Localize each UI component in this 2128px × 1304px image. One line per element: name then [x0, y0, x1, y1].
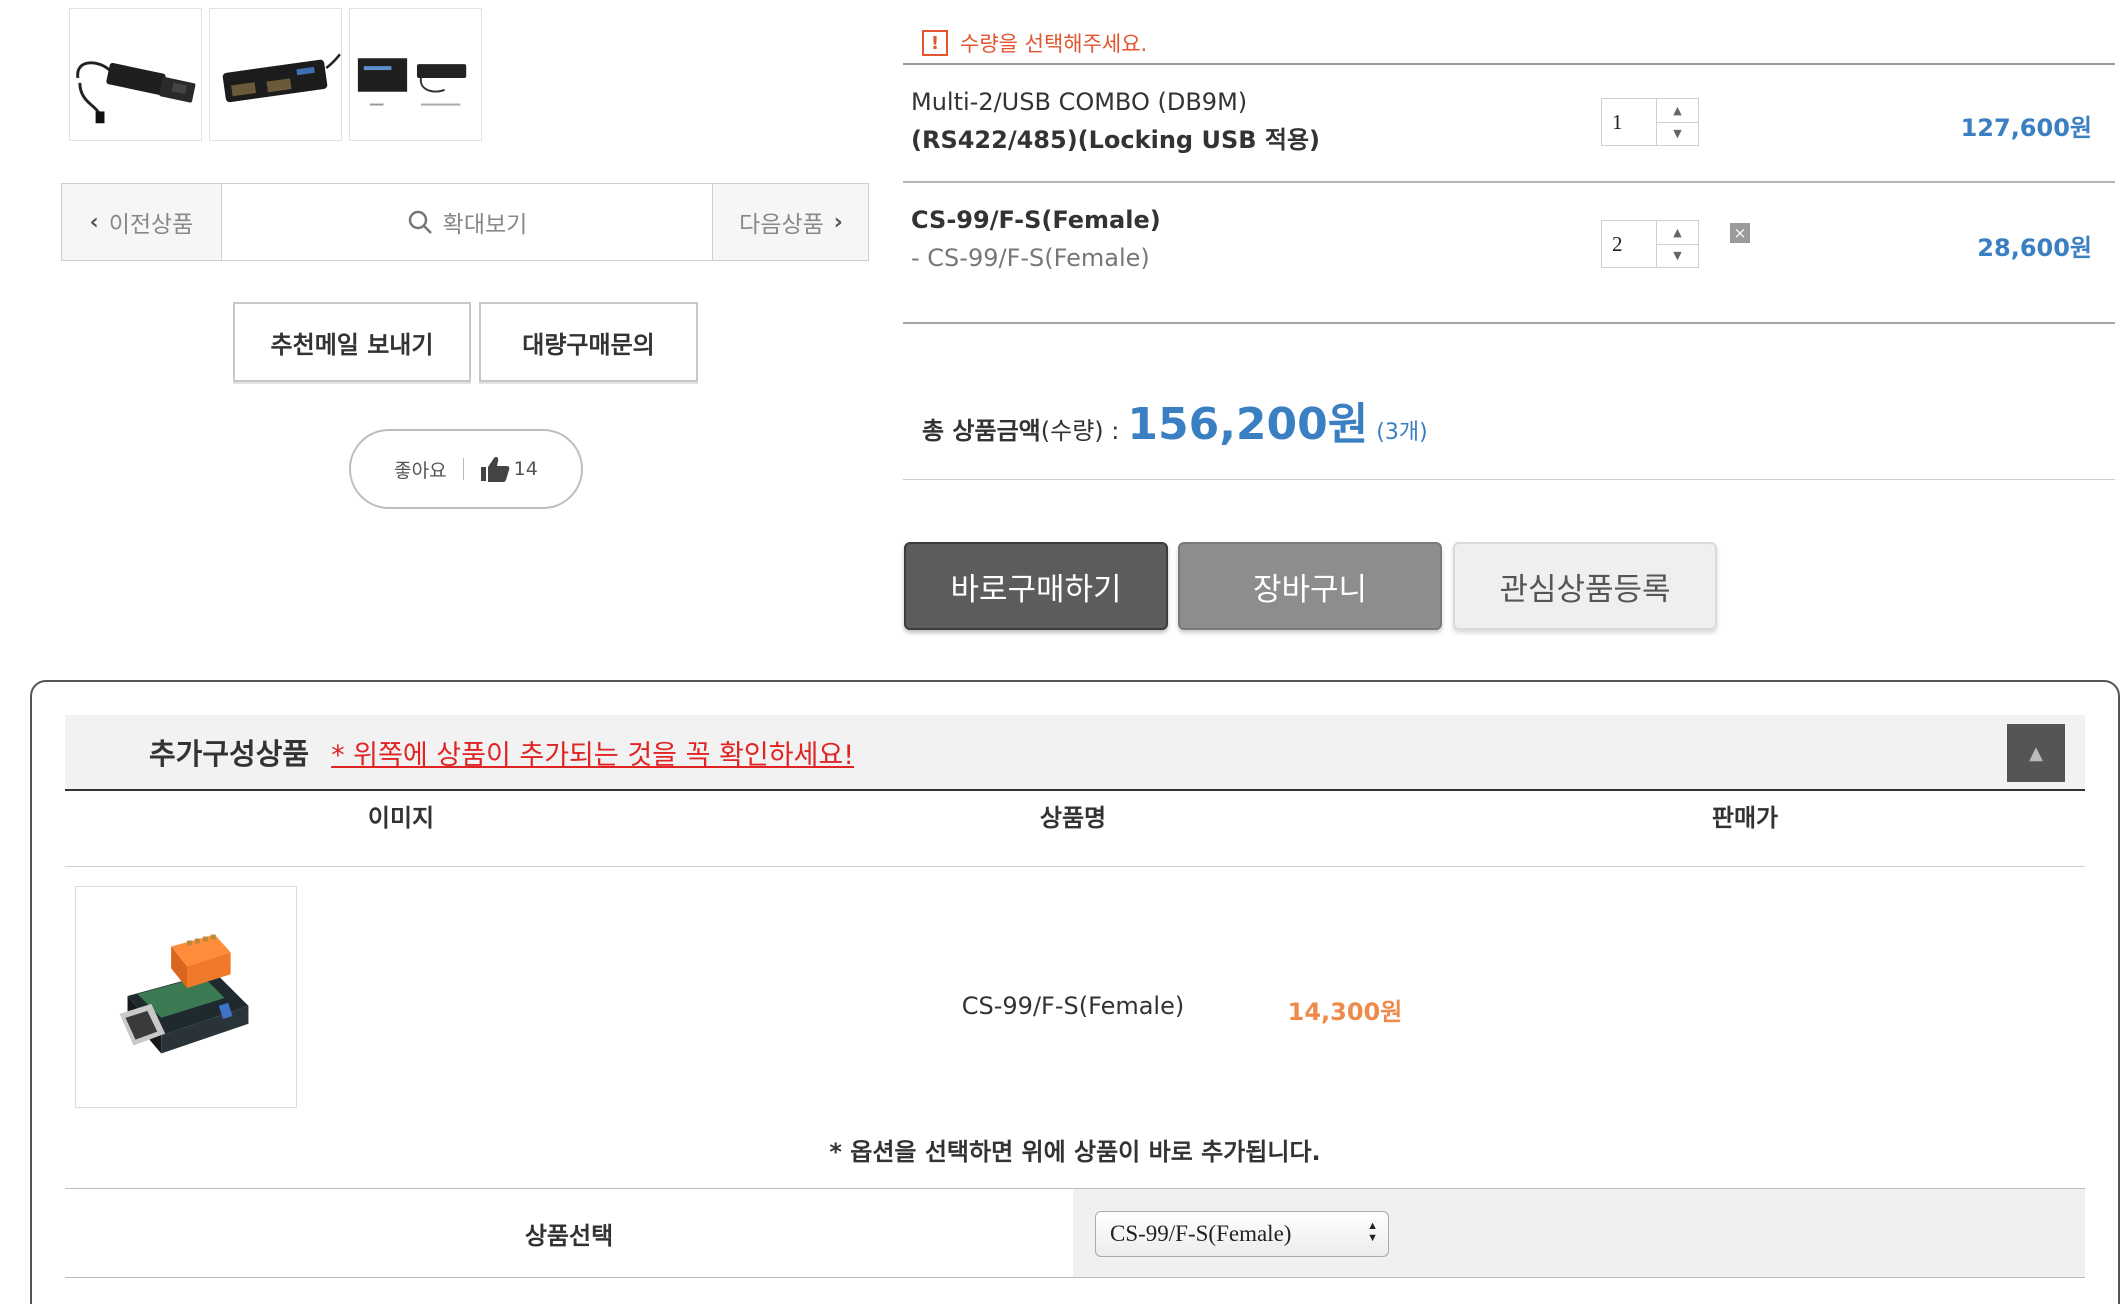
order-item-2-quantity-input[interactable]: 2: [1602, 221, 1656, 267]
thumbs-up-icon: [480, 457, 510, 482]
alert-icon: !: [922, 30, 948, 56]
divider: [903, 63, 2115, 65]
total-label: 총 상품금액(수량) :: [922, 411, 1119, 446]
divider: [903, 322, 2115, 324]
addon-products-panel: 추가구성상품 * 위쪽에 상품이 추가되는 것을 꼭 확인하세요! ▲ 이미지 …: [30, 680, 2120, 1304]
addon-panel-notice: * 위쪽에 상품이 추가되는 것을 꼭 확인하세요!: [331, 739, 855, 771]
addon-panel-header: 추가구성상품 * 위쪽에 상품이 추가되는 것을 꼭 확인하세요! ▲: [65, 715, 2085, 791]
package-contents-image: [357, 58, 467, 106]
wishlist-label: 관심상품등록: [1499, 571, 1671, 608]
like-label: 좋아요: [394, 459, 447, 482]
order-item-1-name-line1: Multi-2/USB COMBO (DB9M): [911, 88, 1248, 116]
column-header-product-name: 상품명: [1039, 804, 1107, 832]
option-select-row: 상품선택 CS-99/F-S(Female) ▲ ▼: [65, 1188, 2085, 1278]
like-divider: [462, 458, 464, 480]
divider: [903, 479, 2115, 480]
cable-hub-image: [76, 61, 196, 124]
collapse-toggle-button[interactable]: ▲: [2007, 724, 2065, 782]
chevron-left-icon: ‹: [89, 209, 99, 235]
add-to-cart-button[interactable]: 장바구니: [1178, 542, 1442, 630]
column-header-price: 판매가: [1711, 804, 1779, 832]
total-count: (3개): [1376, 420, 1428, 445]
column-header-image: 이미지: [367, 804, 435, 832]
select-arrows-icon: ▲ ▼: [1367, 1220, 1378, 1244]
product-thumbnail-1[interactable]: [69, 8, 202, 141]
total-label-bold: 총 상품금액: [922, 417, 1041, 445]
order-item-2-name-line1: CS-99/F-S(Female): [911, 206, 1161, 234]
quantity-down-icon[interactable]: ▼: [1657, 121, 1698, 146]
bulk-inquiry-label: 대량구매문의: [522, 330, 655, 359]
order-item-1-price: 127,600원: [1960, 114, 2092, 142]
order-item-1-quantity-stepper[interactable]: 1 ▲ ▼: [1601, 98, 1699, 146]
recommend-mail-button[interactable]: 추천메일 보내기: [233, 302, 471, 382]
recommend-mail-label: 추천메일 보내기: [270, 330, 434, 359]
option-select-label: 상품선택: [524, 1221, 614, 1250]
quantity-warning: ! 수량을 선택해주세요.: [922, 28, 1147, 58]
cart-label: 장바구니: [1252, 571, 1368, 608]
order-item-2-name: CS-99/F-S(Female) - CS-99/F-S(Female): [911, 201, 1161, 277]
product-thumbnail-3[interactable]: [349, 8, 482, 141]
product-option-select[interactable]: CS-99/F-S(Female) ▲ ▼: [1095, 1211, 1389, 1257]
search-icon: [408, 210, 432, 234]
add-to-wishlist-button[interactable]: 관심상품등록: [1453, 542, 1717, 630]
addon-product-price-text: 14,300원: [1287, 998, 1403, 1026]
order-item-1-name-line2: (RS422/485)(Locking USB 적용): [911, 126, 1320, 154]
like-count: 14: [513, 458, 538, 480]
addon-product-image[interactable]: [75, 886, 297, 1108]
total-label-rest: (수량) :: [1040, 417, 1120, 445]
zoom-label: 확대보기: [442, 212, 528, 238]
terminal-block-adapter-image: [119, 934, 249, 1054]
header-divider: [65, 866, 2085, 867]
divider: [903, 181, 2115, 183]
hub-device-image: [222, 53, 341, 103]
prev-product-label: 이전상품: [108, 212, 194, 238]
order-item-1-quantity-input[interactable]: 1: [1602, 99, 1656, 145]
remove-item-icon[interactable]: ×: [1730, 223, 1750, 243]
total-amount: 156,200원: [1127, 399, 1369, 450]
total-price-summary: 총 상품금액(수량) : 156,200원 (3개): [922, 388, 1428, 452]
bulk-inquiry-button[interactable]: 대량구매문의: [479, 302, 698, 382]
quantity-warning-text: 수량을 선택해주세요.: [960, 32, 1148, 56]
next-product-button[interactable]: 다음상품 ›: [713, 184, 869, 260]
like-button[interactable]: 좋아요 14: [349, 429, 583, 509]
order-item-2-name-line2: - CS-99/F-S(Female): [911, 244, 1150, 272]
order-item-1-name: Multi-2/USB COMBO (DB9M) (RS422/485)(Loc…: [911, 83, 1320, 159]
next-product-label: 다음상품: [739, 212, 824, 238]
order-item-2-price: 28,600원: [1977, 234, 2092, 262]
buy-now-button[interactable]: 바로구매하기: [904, 542, 1168, 630]
quantity-up-icon[interactable]: ▲: [1657, 99, 1698, 122]
option-select-cell: CS-99/F-S(Female) ▲ ▼: [1073, 1189, 2085, 1277]
zoom-button[interactable]: 확대보기: [222, 184, 713, 260]
prev-product-button[interactable]: ‹ 이전상품: [62, 184, 222, 260]
buy-now-label: 바로구매하기: [950, 571, 1122, 608]
product-option-selected-value: CS-99/F-S(Female): [1110, 1221, 1292, 1246]
product-thumbnail-2[interactable]: [209, 8, 342, 141]
option-note: * 옵션을 선택하면 위에 상품이 바로 추가됩니다.: [829, 1138, 1321, 1166]
product-navigation-bar: ‹ 이전상품 확대보기 다음상품 ›: [61, 183, 869, 261]
order-item-2-quantity-stepper[interactable]: 2 ▲ ▼: [1601, 220, 1699, 268]
chevron-right-icon: ›: [833, 209, 843, 235]
quantity-down-icon[interactable]: ▼: [1657, 243, 1698, 268]
quantity-up-icon[interactable]: ▲: [1657, 221, 1698, 244]
addon-panel-title: 추가구성상품: [149, 737, 310, 771]
caret-up-icon: ▲: [2029, 742, 2043, 764]
